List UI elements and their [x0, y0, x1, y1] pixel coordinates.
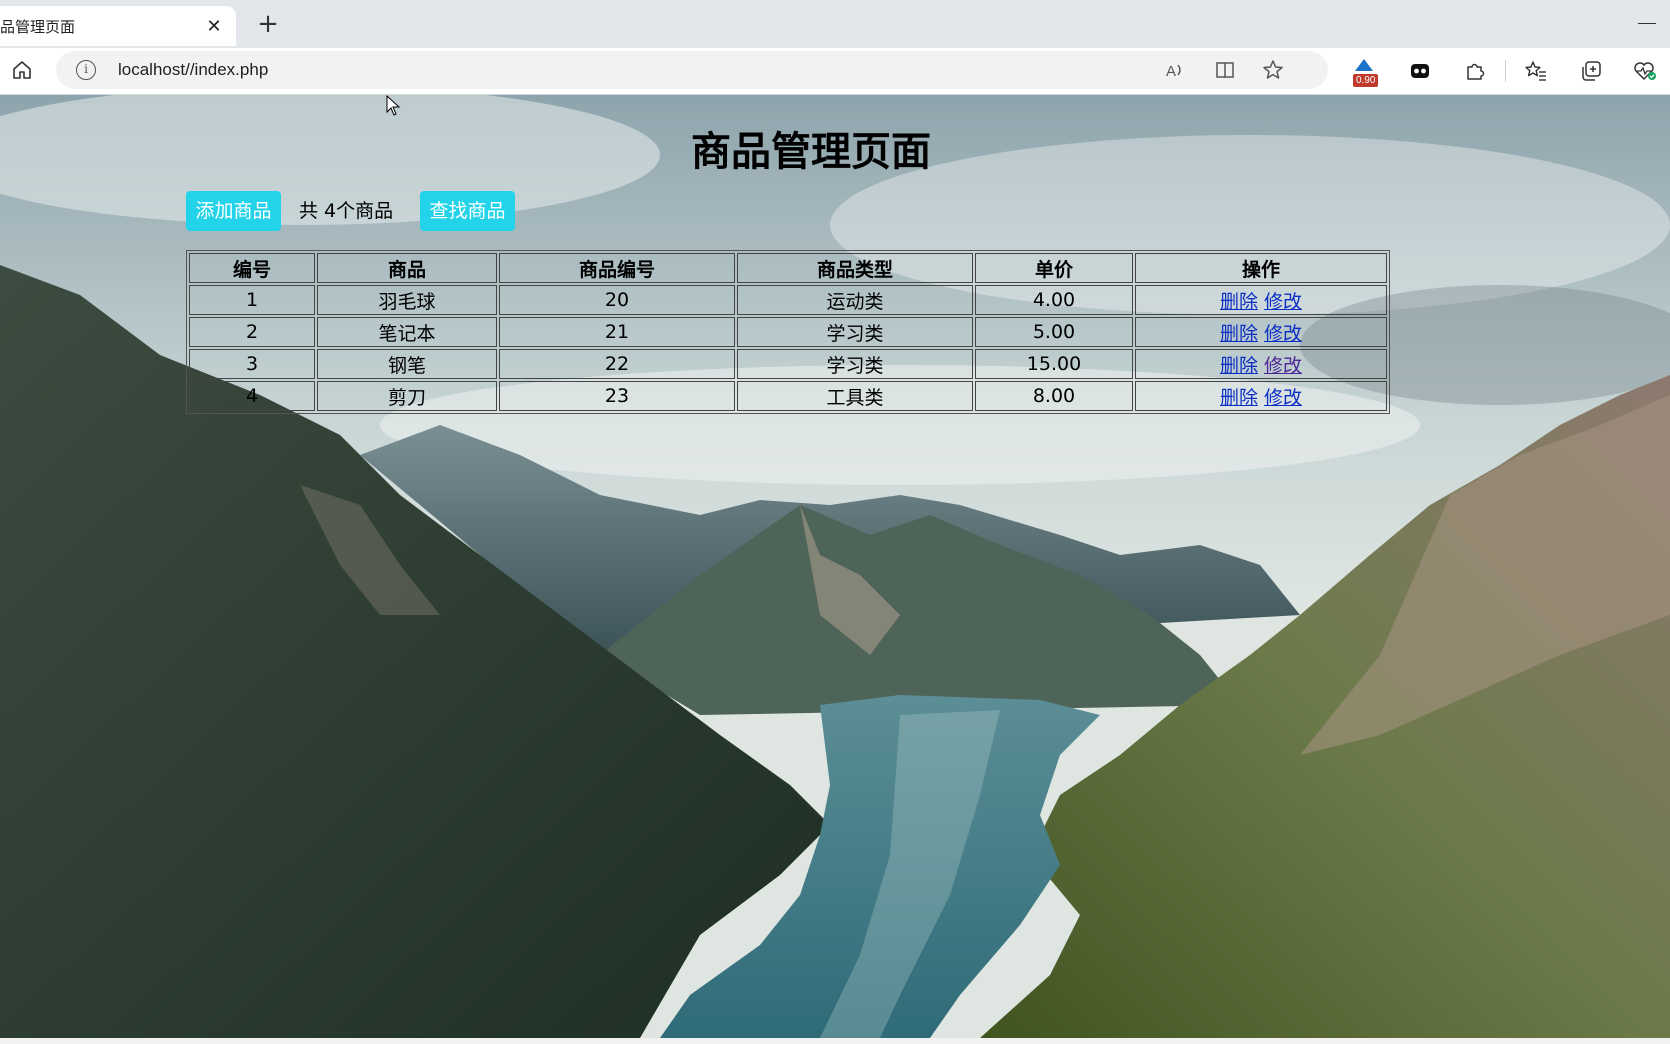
active-tab[interactable]: 品管理页面 ✕	[0, 6, 236, 46]
favorites-icon[interactable]	[1522, 57, 1550, 85]
cell-unit-price: 4.00	[975, 285, 1133, 315]
delete-link[interactable]: 删除	[1220, 387, 1258, 409]
address-bar[interactable]: i localhost//index.php A	[56, 51, 1328, 89]
extension-badge: 0.90	[1353, 74, 1379, 87]
extension-icon[interactable]	[1406, 57, 1434, 85]
cell-product: 羽毛球	[317, 285, 497, 315]
health-icon[interactable]	[1631, 57, 1659, 85]
cell-actions: 删除 修改	[1135, 381, 1387, 411]
add-product-button[interactable]: 添加商品	[186, 191, 281, 231]
edit-link[interactable]: 修改	[1264, 355, 1302, 377]
cell-actions: 删除 修改	[1135, 285, 1387, 315]
minimize-icon[interactable]	[1638, 12, 1656, 24]
cell-product: 剪刀	[317, 381, 497, 411]
page-title: 商品管理页面	[691, 129, 931, 175]
page-viewport: 商品管理页面 添加商品 共 4个商品 查找商品 编号 商品 商品编号 商品类型 …	[0, 95, 1670, 1038]
browser-toolbar: i localhost//index.php A 0.90	[0, 48, 1670, 95]
extension-badge-icon[interactable]: 0.90	[1350, 57, 1379, 87]
cell-actions: 删除 修改	[1135, 349, 1387, 379]
table-row: 3 钢笔 22 学习类 15.00 删除 修改	[189, 349, 1387, 379]
header-unit-price: 单价	[975, 253, 1133, 283]
tab-close-icon[interactable]: ✕	[202, 14, 226, 38]
cell-product-code: 21	[499, 317, 735, 347]
home-icon[interactable]	[8, 56, 36, 84]
tab-title: 品管理页面	[0, 17, 76, 36]
header-id: 编号	[189, 253, 315, 283]
tab-strip: 品管理页面 ✕ +	[0, 0, 1670, 48]
delete-link[interactable]: 删除	[1220, 291, 1258, 313]
cell-id: 3	[189, 349, 315, 379]
table-header-row: 编号 商品 商品编号 商品类型 单价 操作	[189, 253, 1387, 283]
table-row: 4 剪刀 23 工具类 8.00 删除 修改	[189, 381, 1387, 411]
cell-product-type: 学习类	[737, 349, 973, 379]
read-aloud-icon[interactable]: A	[1164, 59, 1186, 81]
cell-product-type: 运动类	[737, 285, 973, 315]
cell-product-type: 工具类	[737, 381, 973, 411]
url-text[interactable]: localhost//index.php	[118, 60, 268, 80]
table-row: 2 笔记本 21 学习类 5.00 删除 修改	[189, 317, 1387, 347]
cell-unit-price: 15.00	[975, 349, 1133, 379]
delete-link[interactable]: 删除	[1220, 355, 1258, 377]
split-screen-icon[interactable]	[1214, 59, 1236, 81]
edit-link[interactable]: 修改	[1264, 387, 1302, 409]
cell-id: 2	[189, 317, 315, 347]
cell-product: 笔记本	[317, 317, 497, 347]
table-row: 1 羽毛球 20 运动类 4.00 删除 修改	[189, 285, 1387, 315]
header-product: 商品	[317, 253, 497, 283]
edit-link[interactable]: 修改	[1264, 323, 1302, 345]
toolbar-separator	[1505, 60, 1506, 82]
cell-actions: 删除 修改	[1135, 317, 1387, 347]
product-count: 共 4个商品	[299, 200, 394, 222]
header-product-type: 商品类型	[737, 253, 973, 283]
header-product-code: 商品编号	[499, 253, 735, 283]
product-table: 编号 商品 商品编号 商品类型 单价 操作 1 羽毛球 20 运动类 4.00 …	[186, 250, 1390, 414]
cell-product-code: 23	[499, 381, 735, 411]
puzzle-icon[interactable]	[1461, 57, 1489, 85]
mouse-cursor-icon	[386, 95, 401, 116]
delete-link[interactable]: 删除	[1220, 323, 1258, 345]
new-tab-icon[interactable]: +	[254, 10, 282, 38]
mountain-lake-background	[0, 95, 1670, 1038]
collections-icon[interactable]	[1577, 57, 1605, 85]
info-icon[interactable]: i	[76, 60, 96, 80]
cell-product: 钢笔	[317, 349, 497, 379]
bottom-edge	[0, 1038, 1670, 1044]
svg-text:A: A	[1166, 63, 1176, 80]
cell-id: 1	[189, 285, 315, 315]
cell-unit-price: 8.00	[975, 381, 1133, 411]
cell-product-type: 学习类	[737, 317, 973, 347]
cell-product-code: 22	[499, 349, 735, 379]
edit-link[interactable]: 修改	[1264, 291, 1302, 313]
favorite-star-icon[interactable]	[1262, 59, 1284, 81]
cell-product-code: 20	[499, 285, 735, 315]
cell-unit-price: 5.00	[975, 317, 1133, 347]
cell-id: 4	[189, 381, 315, 411]
search-product-button[interactable]: 查找商品	[420, 191, 515, 231]
header-actions: 操作	[1135, 253, 1387, 283]
